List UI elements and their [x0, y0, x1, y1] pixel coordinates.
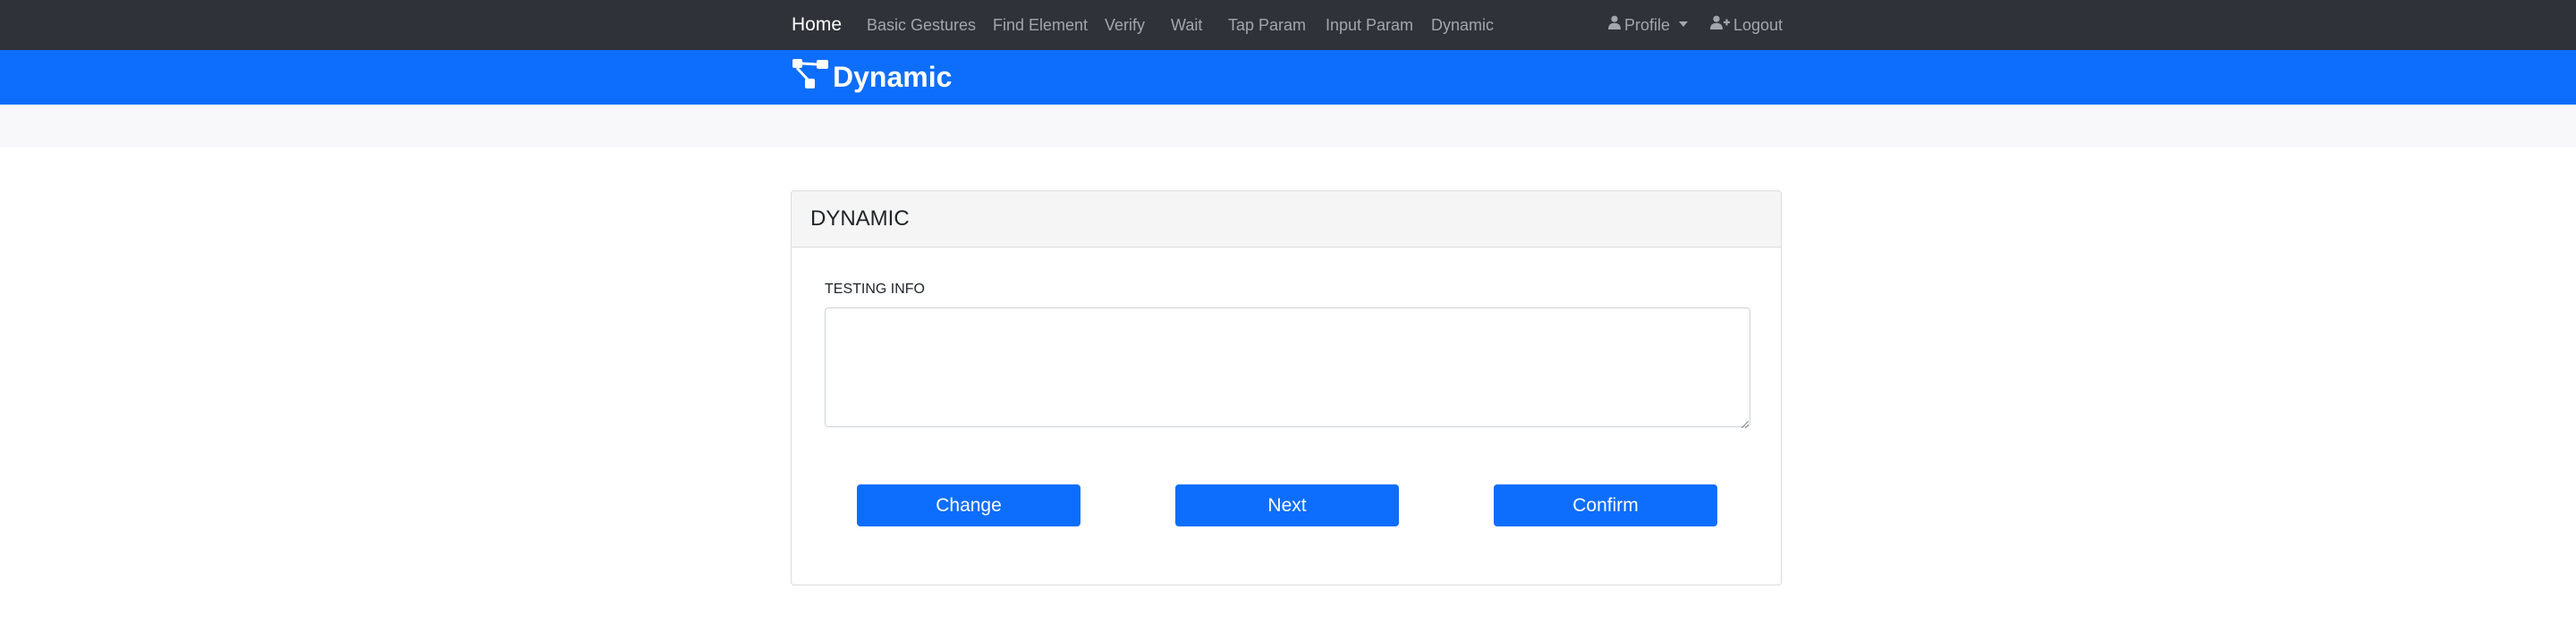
resize-grip-icon[interactable]: [1740, 416, 1750, 433]
nav-dynamic[interactable]: Dynamic: [1431, 0, 1494, 50]
dynamic-card: DYNAMIC TESTING INFO Change Next Confirm: [791, 190, 1782, 585]
user-plus-icon: [1710, 0, 1730, 49]
logout-link[interactable]: Logout: [1710, 0, 1783, 50]
card-title: DYNAMIC: [810, 206, 910, 231]
profile-label: Profile: [1624, 16, 1671, 34]
user-icon: [1608, 0, 1621, 49]
nav-home[interactable]: Home: [792, 0, 842, 50]
nav-verify[interactable]: Verify: [1105, 0, 1145, 50]
testing-info-label: TESTING INFO: [825, 282, 925, 297]
subheader-strip: [0, 105, 2576, 147]
brand-title: Dynamic: [833, 61, 953, 93]
diagram-nodes-icon: [792, 58, 829, 95]
chevron-down-icon: [1679, 21, 1689, 28]
logout-label: Logout: [1733, 16, 1784, 34]
nav-wait[interactable]: Wait: [1171, 0, 1202, 50]
nav-input-param[interactable]: Input Param: [1326, 0, 1413, 50]
card-header: DYNAMIC: [792, 191, 1781, 248]
nav-basic-gestures[interactable]: Basic Gestures: [867, 0, 976, 50]
next-button[interactable]: Next: [1175, 484, 1399, 526]
nav-tap-param[interactable]: Tap Param: [1228, 0, 1306, 50]
testing-info-textarea[interactable]: [825, 307, 1750, 427]
change-button[interactable]: Change: [857, 484, 1080, 526]
confirm-button[interactable]: Confirm: [1494, 484, 1717, 526]
brand-bar: Dynamic: [0, 50, 2576, 105]
profile-dropdown[interactable]: Profile: [1608, 0, 1689, 50]
top-navbar: Home Basic Gestures Find Element Verify …: [0, 0, 2576, 50]
nav-find-element[interactable]: Find Element: [993, 0, 1088, 50]
